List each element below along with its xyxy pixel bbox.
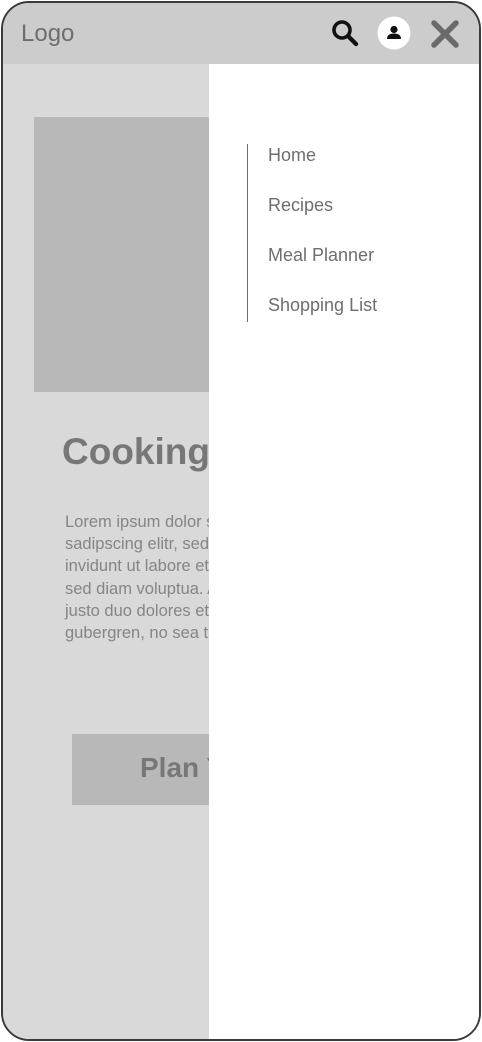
navigation-drawer: Home Recipes Meal Planner Shopping List — [209, 64, 479, 1039]
top-app-bar: Logo — [3, 3, 479, 64]
user-profile-icon[interactable] — [377, 16, 411, 50]
logo[interactable]: Logo — [21, 20, 74, 48]
close-icon[interactable] — [430, 19, 460, 49]
phone-frame: Logo Cooking Lorem ipsum dolor sit amet,… — [1, 1, 481, 1041]
search-icon[interactable] — [331, 19, 359, 47]
nav-item-meal-planner[interactable]: Meal Planner — [248, 244, 377, 294]
nav-item-shopping-list[interactable]: Shopping List — [248, 294, 377, 344]
nav-item-recipes[interactable]: Recipes — [248, 194, 377, 244]
page-headline: Cooking — [62, 431, 210, 472]
nav-item-home[interactable]: Home — [248, 144, 377, 194]
nav-menu: Home Recipes Meal Planner Shopping List — [247, 144, 377, 322]
